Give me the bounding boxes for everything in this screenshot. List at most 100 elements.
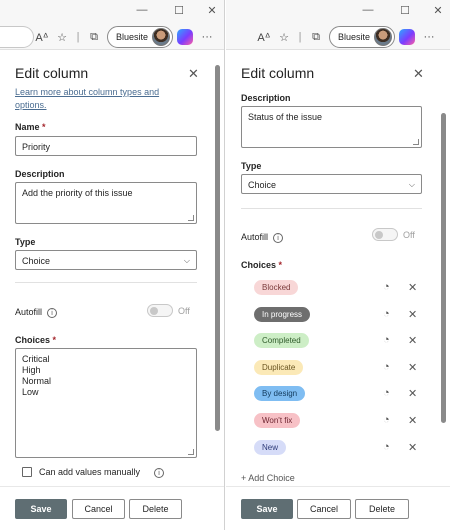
choice-pill[interactable]: Won't fix <box>254 413 301 428</box>
chevron-down-icon: ⌵ <box>183 256 190 265</box>
choice-line: Low <box>22 387 39 397</box>
can-add-values-text: Can add values manually <box>39 467 141 477</box>
chevron-down-icon: ⌵ <box>408 180 415 189</box>
remove-choice-icon[interactable]: ✕ <box>408 441 417 454</box>
maximize-icon[interactable]: ☐ <box>398 4 412 17</box>
fill-color-icon[interactable]: ◔ <box>383 308 390 320</box>
add-choice-button[interactable]: + Add Choice <box>241 473 295 483</box>
add-choice-label: Add Choice <box>248 473 295 483</box>
description-label: Description <box>241 93 291 103</box>
autofill-state: Off <box>178 306 190 316</box>
more-menu-icon[interactable]: ··· <box>197 31 217 43</box>
choices-label: Choices * <box>241 260 282 270</box>
choice-pill[interactable]: Blocked <box>254 280 299 295</box>
address-bar[interactable] <box>0 26 34 48</box>
choice-pill[interactable]: In progress <box>254 306 311 322</box>
description-label: Description <box>15 169 65 179</box>
type-label: Type <box>241 161 262 171</box>
more-menu-icon[interactable]: ··· <box>419 31 439 43</box>
remove-choice-icon[interactable]: ✕ <box>408 361 417 374</box>
close-panel-icon[interactable]: ✕ <box>188 66 199 82</box>
read-aloud-icon[interactable]: Aᐞ <box>254 31 274 44</box>
minimize-icon[interactable]: — <box>135 4 149 16</box>
remove-choice-icon[interactable]: ✕ <box>408 414 417 427</box>
cancel-button[interactable]: Cancel <box>297 499 351 519</box>
close-window-icon[interactable]: ✕ <box>205 4 219 17</box>
browser-toolbar: — ☐ ✕ Aᐞ ☆ | ⧉ Bluesite ··· <box>226 0 450 50</box>
type-label: Type <box>15 237 36 247</box>
minimize-icon[interactable]: — <box>361 4 375 16</box>
name-label: Name * <box>15 122 46 132</box>
delete-button[interactable]: Delete <box>129 499 182 519</box>
fill-color-icon[interactable]: ◔ <box>383 334 390 346</box>
info-icon[interactable]: i <box>154 467 165 478</box>
choice-pill[interactable]: By design <box>254 386 306 402</box>
info-icon[interactable]: i <box>47 307 58 318</box>
description-value: Status of the issue <box>248 112 323 122</box>
autofill-toggle[interactable] <box>372 228 398 241</box>
learn-more-link[interactable]: Learn more about column types and option… <box>15 86 159 112</box>
choice-pill[interactable]: Duplicate <box>254 359 304 375</box>
copilot-icon[interactable] <box>399 29 416 45</box>
remove-choice-icon[interactable]: ✕ <box>408 334 417 347</box>
type-dropdown[interactable]: Choice ⌵ <box>15 250 197 270</box>
scrollbar[interactable] <box>215 65 220 431</box>
copilot-icon[interactable] <box>177 29 194 45</box>
left-window: — ☐ ✕ Aᐞ ☆ | ⧉ Bluesite ··· Edit column … <box>0 0 225 530</box>
panel-title: Edit column <box>241 65 315 81</box>
profile-button[interactable]: Bluesite <box>329 26 396 48</box>
scrollbar[interactable] <box>441 113 446 423</box>
favorite-star-icon[interactable]: ☆ <box>52 31 72 44</box>
required-mark: * <box>42 122 46 132</box>
can-add-values-label: Can add values manually i <box>39 467 165 478</box>
profile-button[interactable]: Bluesite <box>107 26 174 48</box>
extensions-icon[interactable]: ⧉ <box>84 31 104 44</box>
autofill-label-text: Autofill <box>15 307 43 317</box>
panel-footer: Save Cancel Delete <box>226 486 450 530</box>
read-aloud-icon[interactable]: Aᐞ <box>32 31 52 44</box>
fill-color-icon[interactable]: ◔ <box>383 414 390 426</box>
autofill-label-text: Autofill <box>241 232 269 242</box>
choices-label-text: Choices <box>15 335 51 345</box>
fill-color-icon[interactable]: ◔ <box>383 361 390 373</box>
save-button[interactable]: Save <box>241 499 293 519</box>
panel-footer: Save Cancel Delete <box>0 486 224 530</box>
choice-pill[interactable]: New <box>254 439 287 455</box>
fill-color-icon[interactable]: ◔ <box>383 441 390 453</box>
fill-color-icon[interactable]: ◔ <box>383 281 390 293</box>
resize-handle[interactable] <box>413 139 419 145</box>
resize-handle[interactable] <box>188 449 194 455</box>
maximize-icon[interactable]: ☐ <box>172 4 186 17</box>
description-field[interactable]: Add the priority of this issue <box>15 182 197 224</box>
type-dropdown[interactable]: Choice ⌵ <box>241 174 422 194</box>
favorite-star-icon[interactable]: ☆ <box>274 31 294 44</box>
info-icon[interactable]: i <box>273 232 284 243</box>
autofill-toggle[interactable] <box>147 304 173 317</box>
extensions-icon[interactable]: ⧉ <box>306 31 326 44</box>
delete-button[interactable]: Delete <box>355 499 409 519</box>
learn-more-line-1: Learn more about column types and <box>15 87 160 97</box>
close-window-icon[interactable]: ✕ <box>431 4 445 17</box>
cancel-button[interactable]: Cancel <box>72 499 125 519</box>
required-mark: * <box>52 335 57 345</box>
fill-color-icon[interactable]: ◔ <box>383 387 390 399</box>
close-panel-icon[interactable]: ✕ <box>413 66 424 82</box>
panel-title: Edit column <box>15 65 89 81</box>
learn-more-line-2: options. <box>15 100 47 110</box>
edit-column-panel: Edit column ✕ Description Status of the … <box>226 51 450 530</box>
remove-choice-icon[interactable]: ✕ <box>408 387 417 400</box>
remove-choice-icon[interactable]: ✕ <box>408 308 417 321</box>
type-value: Choice <box>22 256 51 266</box>
choices-label: Choices * <box>15 335 56 345</box>
save-button[interactable]: Save <box>15 499 67 519</box>
choices-textarea[interactable]: Critical High Normal Low <box>15 348 197 458</box>
choice-pill[interactable]: Completed <box>254 333 309 349</box>
can-add-values-checkbox[interactable] <box>22 467 32 477</box>
remove-choice-icon[interactable]: ✕ <box>408 281 417 294</box>
name-field[interactable]: Priority <box>15 136 197 156</box>
resize-handle[interactable] <box>188 215 194 221</box>
name-label-text: Name <box>15 122 40 132</box>
divider <box>241 208 422 209</box>
description-field[interactable]: Status of the issue <box>241 106 422 148</box>
required-mark: * <box>278 260 283 270</box>
